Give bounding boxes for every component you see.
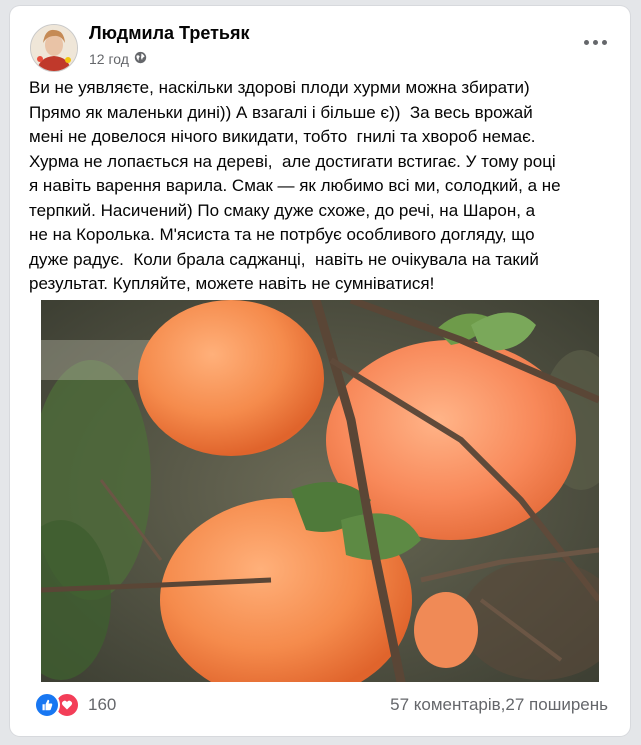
author-avatar[interactable] xyxy=(30,24,78,72)
globe-icon xyxy=(134,51,147,67)
post-header: Людмила Третьяк 12 год xyxy=(10,6,630,76)
reaction-count: 160 xyxy=(88,695,117,714)
reactions-summary[interactable]: 160 xyxy=(34,692,116,718)
author-name[interactable]: Людмила Третьяк xyxy=(89,23,250,44)
post-card: Людмила Третьяк 12 год Ви не уявляєте, н… xyxy=(10,6,630,736)
persimmon-image xyxy=(41,300,599,682)
post-stats: 57 коментарів,27 поширень xyxy=(390,695,608,715)
post-text: Ви не уявляєте, наскільки здорові плоди … xyxy=(29,78,561,293)
like-icon xyxy=(34,692,60,718)
post-footer: 160 57 коментарів,27 поширень xyxy=(10,684,630,724)
more-options-button[interactable] xyxy=(578,32,612,52)
shares-link[interactable]: 27 поширень xyxy=(505,695,608,714)
dot-icon xyxy=(601,39,607,45)
dot-icon xyxy=(592,39,598,45)
dot-icon xyxy=(583,39,589,45)
comments-link[interactable]: 57 коментарів, xyxy=(390,695,505,714)
post-time[interactable]: 12 год xyxy=(89,51,129,67)
post-photo[interactable] xyxy=(41,300,599,682)
post-meta: 12 год xyxy=(89,51,147,67)
